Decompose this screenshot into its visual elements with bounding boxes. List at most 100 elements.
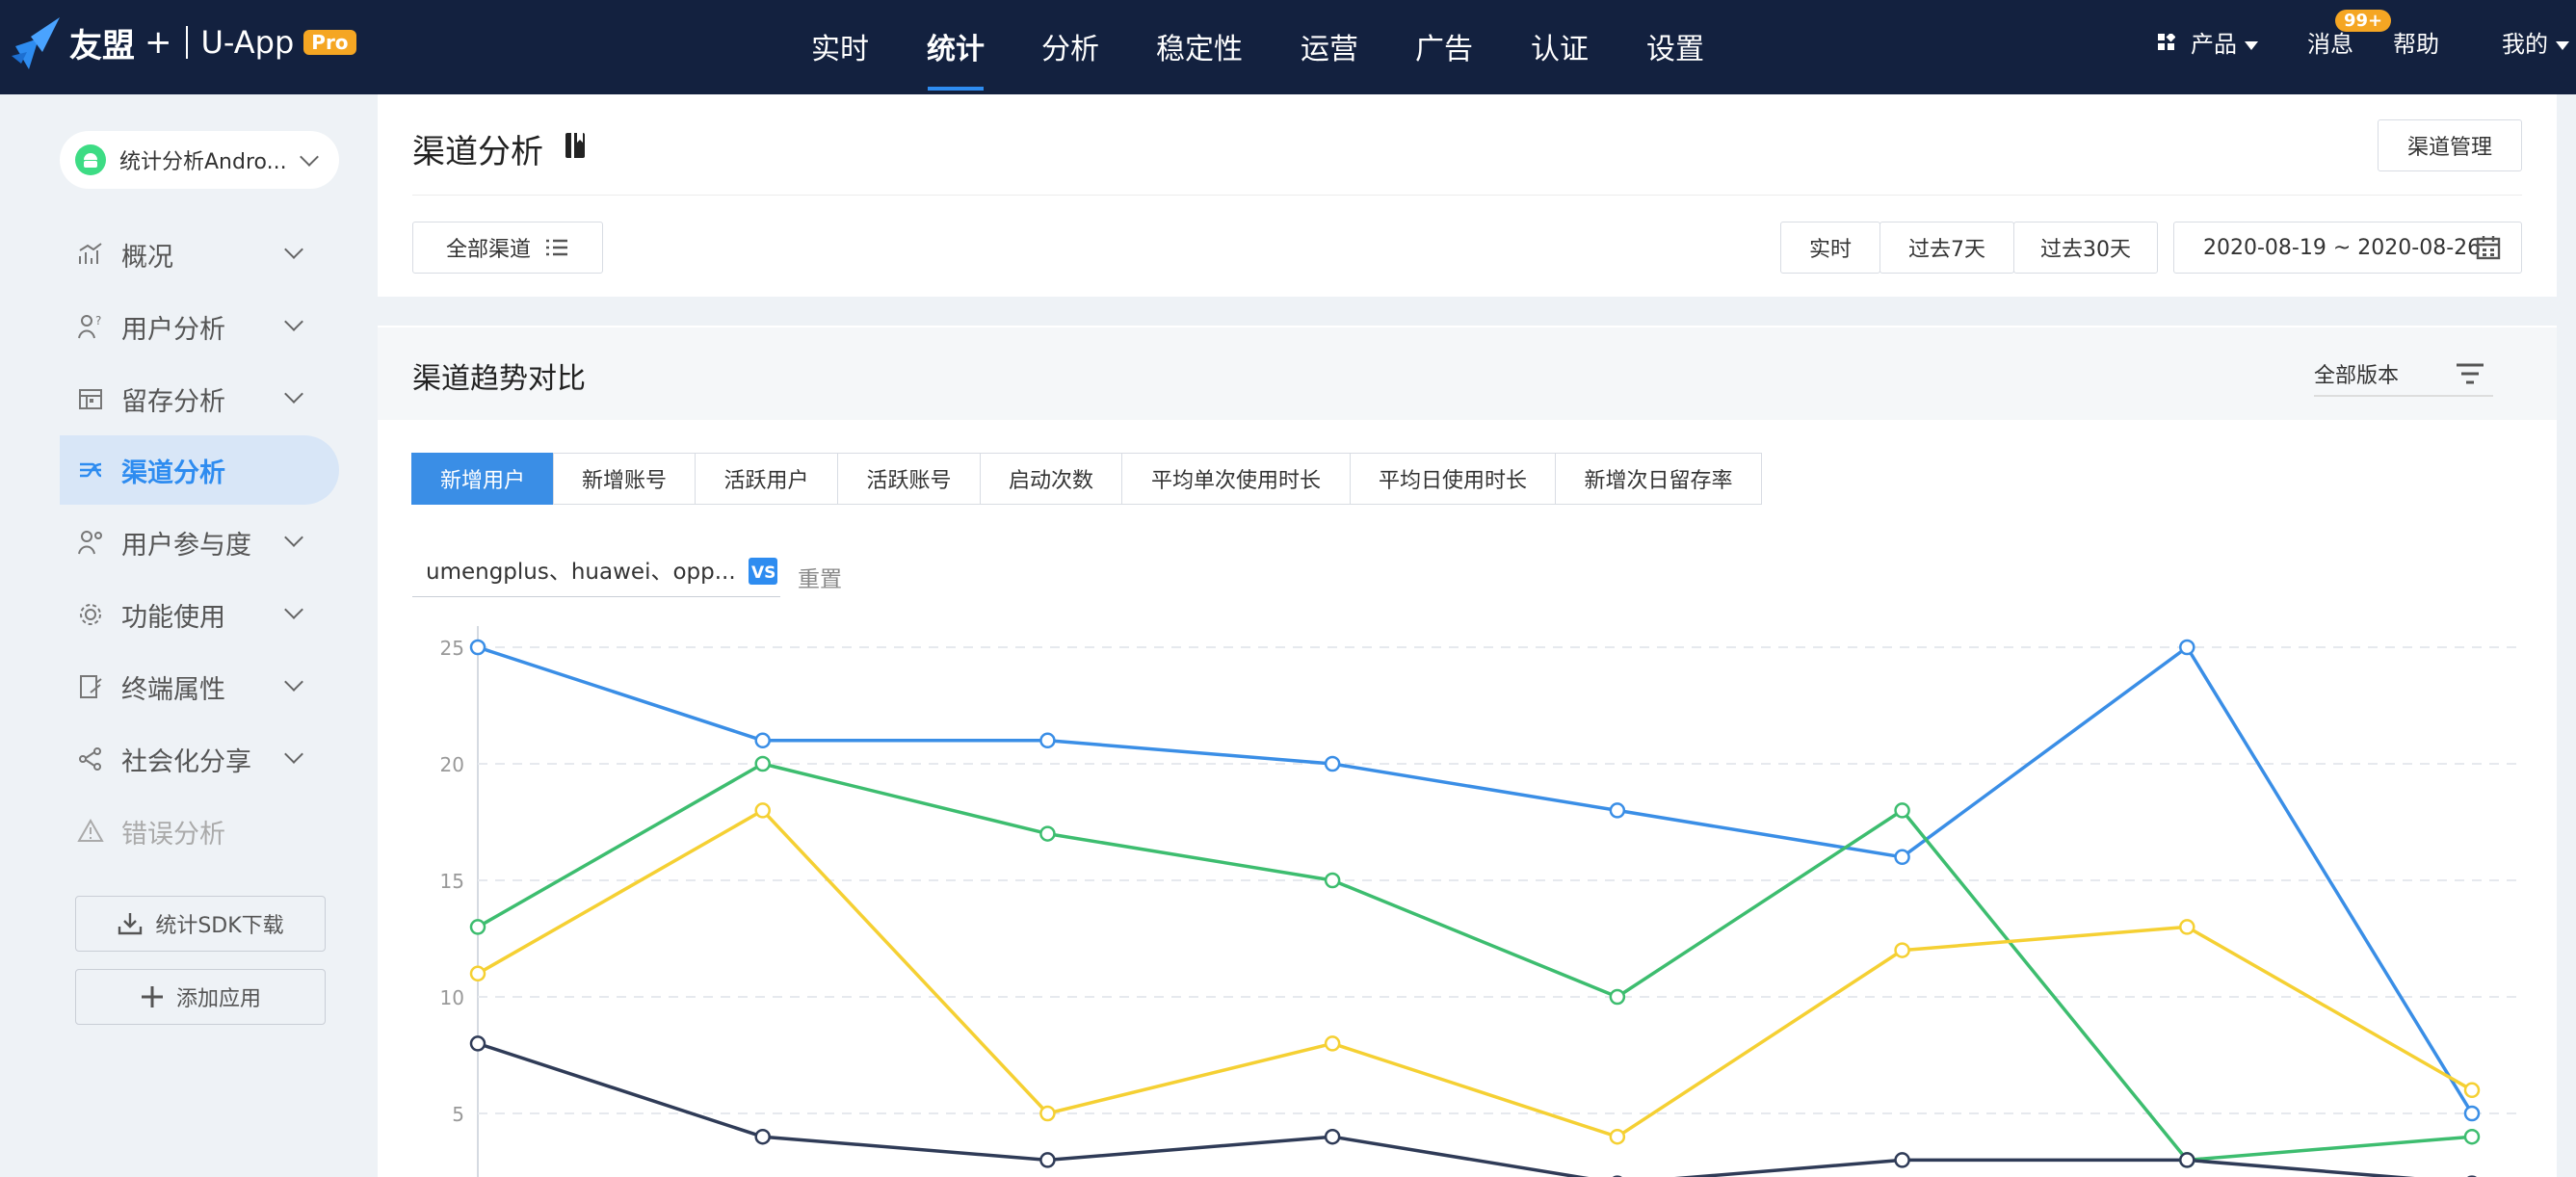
data-point <box>469 639 486 656</box>
tab-new-accounts[interactable]: 新增账号 <box>553 453 696 505</box>
nav-statistics[interactable]: 统计 <box>927 25 985 67</box>
data-point <box>469 1035 486 1052</box>
sidebar-item-device[interactable]: 终端属性 <box>60 652 339 721</box>
android-icon <box>75 144 106 175</box>
nav-analysis[interactable]: 分析 <box>1041 25 1099 67</box>
data-point <box>2463 1128 2481 1145</box>
data-point <box>754 802 771 819</box>
chevron-down-icon <box>284 672 303 692</box>
plus-icon <box>141 986 163 1007</box>
chevron-down-icon <box>284 384 303 404</box>
data-point <box>1324 1035 1341 1052</box>
sidebar-item-label: 功能使用 <box>121 602 225 633</box>
sidebar-item-feature-usage[interactable]: 功能使用 <box>60 580 339 649</box>
date-range-picker[interactable]: 2020-08-19 ~ 2020-08-26 <box>2173 222 2522 274</box>
range-30days-button[interactable]: 过去30天 <box>2013 222 2158 274</box>
sidebar-item-channel-analysis[interactable]: 渠道分析 <box>60 435 339 505</box>
data-point <box>1039 1152 1056 1168</box>
nav-ads[interactable]: 广告 <box>1415 25 1473 67</box>
list-icon <box>546 239 567 256</box>
brand-plus: + <box>145 23 172 62</box>
brand-divider <box>185 26 188 59</box>
nav-stability[interactable]: 稳定性 <box>1156 25 1243 67</box>
account-menu[interactable]: 我的 <box>2502 25 2569 59</box>
sidebar-item-label: 渠道分析 <box>121 458 225 488</box>
device-icon <box>80 675 102 698</box>
nav-active-indicator <box>928 87 984 91</box>
add-app-button[interactable]: 添加应用 <box>75 969 326 1025</box>
tab-next-day-retention[interactable]: 新增次日留存率 <box>1555 453 1762 505</box>
date-range-value: 2020-08-19 ~ 2020-08-26 <box>2203 235 2482 260</box>
sidebar-item-label: 终端属性 <box>121 674 225 705</box>
vs-icon[interactable]: VS <box>748 557 778 586</box>
sidebar-item-label: 概况 <box>121 242 173 273</box>
filter-icon[interactable] <box>2455 360 2485 387</box>
chevron-down-icon <box>284 600 303 619</box>
range-7days-button[interactable]: 过去7天 <box>1879 222 2014 274</box>
all-channels-button[interactable]: 全部渠道 <box>412 222 603 274</box>
chevron-down-icon <box>284 312 303 331</box>
calendar-icon <box>2476 236 2501 260</box>
messages-badge: 99+ <box>2335 10 2392 32</box>
sidebar-item-social-share[interactable]: 社会化分享 <box>60 724 339 794</box>
warning-icon <box>77 818 104 842</box>
sidebar-item-label: 错误分析 <box>121 819 225 850</box>
metric-tabs: 新增用户 新增账号 活跃用户 活跃账号 启动次数 平均单次使用时长 平均日使用时… <box>411 453 1762 505</box>
channel-manage-button[interactable]: 渠道管理 <box>2378 119 2522 171</box>
data-point <box>1324 1128 1341 1145</box>
top-nav-bar: 友盟 + U-App Pro 实时 统计 分析 稳定性 运营 广告 认证 设置 … <box>0 0 2576 94</box>
data-point <box>754 1128 771 1145</box>
data-point <box>2179 919 2195 935</box>
sidebar-item-engagement[interactable]: 用户参与度 <box>60 508 339 577</box>
products-menu[interactable]: 产品 <box>2191 25 2258 59</box>
sidebar-item-user-analysis[interactable]: ? 用户分析 <box>60 292 339 361</box>
logo[interactable]: 友盟 + U-App Pro <box>10 12 356 73</box>
tab-launches[interactable]: 启动次数 <box>980 453 1122 505</box>
sidebar-item-retention[interactable]: 留存分析 <box>60 364 339 433</box>
data-point <box>754 755 771 772</box>
share-icon <box>79 747 101 771</box>
nav-settings[interactable]: 设置 <box>1646 25 1704 67</box>
products-label: 产品 <box>2191 31 2237 58</box>
data-point <box>2463 1105 2481 1122</box>
app-selector-label: 统计分析Andro... <box>119 150 287 174</box>
version-select-underline <box>2314 395 2493 397</box>
data-point <box>2179 639 2195 656</box>
help-link[interactable]: 帮助 <box>2393 25 2439 59</box>
range-realtime-button[interactable]: 实时 <box>1780 222 1880 274</box>
calendar-grid-icon <box>79 389 102 409</box>
tab-active-users[interactable]: 活跃用户 <box>695 453 838 505</box>
umeng-logo-icon <box>12 17 60 69</box>
app-selector[interactable]: 统计分析Andro... <box>60 131 339 189</box>
channel-trend-chart: 5 10 15 20 25 <box>440 626 2516 1177</box>
trend-icon <box>79 243 102 264</box>
sidebar-item-label: 留存分析 <box>121 386 225 417</box>
book-icon[interactable] <box>563 131 588 160</box>
y-tick-label: 10 <box>440 986 464 1009</box>
nav-certification[interactable]: 认证 <box>1531 25 1589 67</box>
page-title: 渠道分析 <box>412 133 543 171</box>
sidebar-item-error-analysis[interactable]: 错误分析 <box>60 797 339 866</box>
data-point <box>1609 1128 1626 1145</box>
sdk-download-button[interactable]: 统计SDK下载 <box>75 896 326 952</box>
reset-link[interactable]: 重置 <box>798 561 842 593</box>
tab-avg-session-duration[interactable]: 平均单次使用时长 <box>1121 453 1351 505</box>
chevron-down-icon <box>300 147 319 167</box>
app-name: U-App <box>200 24 295 61</box>
tab-avg-daily-duration[interactable]: 平均日使用时长 <box>1350 453 1556 505</box>
tab-new-users[interactable]: 新增用户 <box>411 453 554 505</box>
nav-operations[interactable]: 运营 <box>1301 25 1358 67</box>
chevron-down-icon <box>2556 40 2569 50</box>
gear-icon <box>80 604 101 625</box>
y-tick-label: 15 <box>440 870 464 893</box>
trend-title: 渠道趋势对比 <box>412 362 586 396</box>
grid-icon <box>2158 34 2175 50</box>
version-select[interactable]: 全部版本 <box>2314 358 2399 389</box>
channel-compare-input[interactable]: umengplus、huawei、opp... <box>412 553 780 597</box>
sidebar-item-overview[interactable]: 概况 <box>60 220 339 289</box>
chevron-down-icon <box>284 528 303 547</box>
data-point <box>2463 1082 2481 1099</box>
tab-active-accounts[interactable]: 活跃账号 <box>837 453 981 505</box>
nav-realtime[interactable]: 实时 <box>811 25 869 67</box>
chevron-down-icon <box>2245 40 2258 50</box>
